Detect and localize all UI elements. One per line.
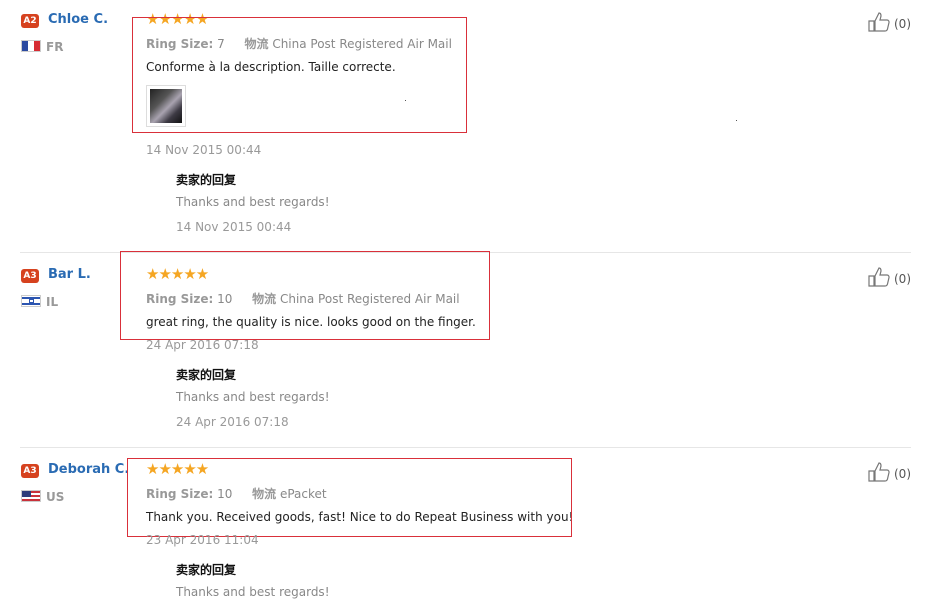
seller-reply-text: Thanks and best regards! [176,585,330,599]
reviewer-name[interactable]: Deborah C. [48,462,129,477]
review-item: A3 Deborah C. US ★★★★★ Ring Size: 10 物流 … [0,0,939,604]
highlight-box [127,458,572,537]
review-date: 23 Apr 2016 11:04 [146,533,259,547]
like-count: (0) [894,466,911,481]
seller-reply-title: 卖家的回复 [176,563,237,577]
level-badge: A3 [21,464,39,478]
thumbs-up-icon [868,462,892,485]
like-button[interactable]: (0) [868,462,911,485]
flag-usa-icon [21,490,41,502]
country-code: US [46,490,65,504]
